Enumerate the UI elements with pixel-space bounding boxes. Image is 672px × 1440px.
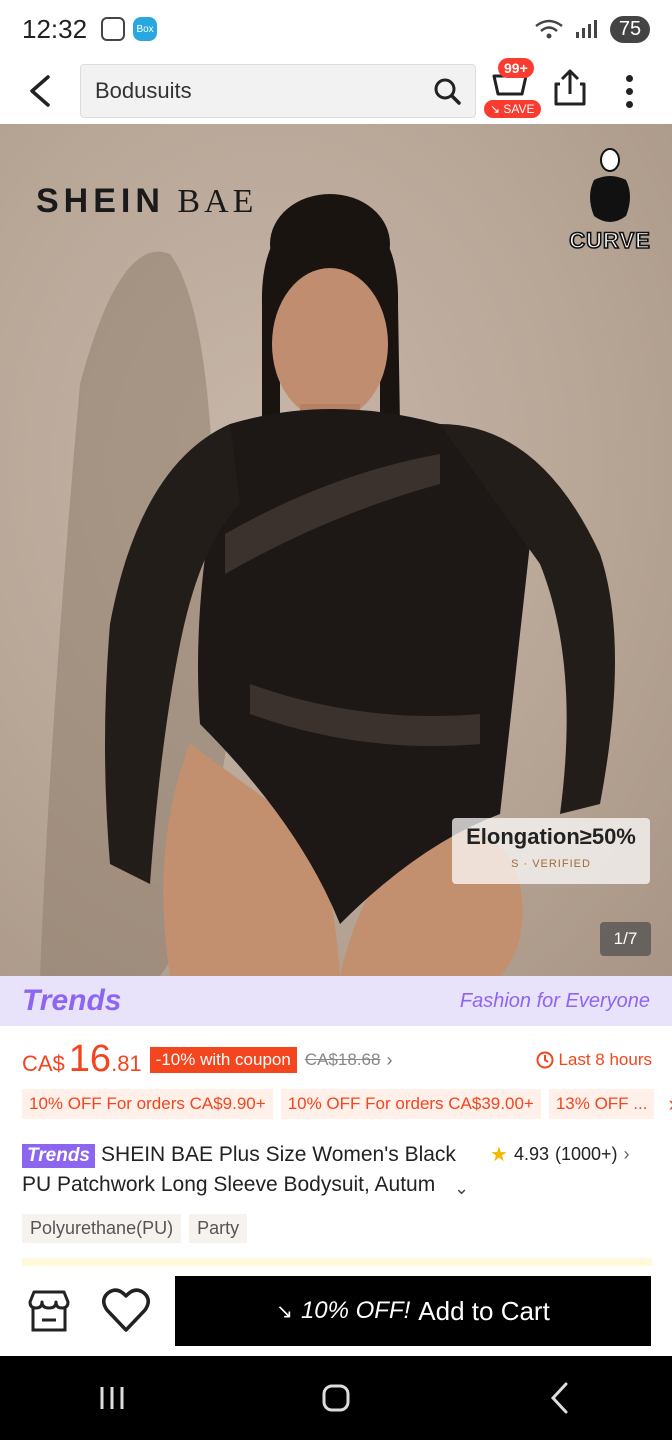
- chevron-right-icon[interactable]: ›: [668, 1091, 672, 1117]
- system-back-button[interactable]: [520, 1368, 600, 1428]
- chevron-right-icon[interactable]: ›: [386, 1050, 392, 1071]
- store-icon: [28, 1290, 70, 1332]
- price-cents: .81: [111, 1051, 142, 1076]
- back-arrow-icon: [30, 75, 50, 107]
- discount-arrow-icon: ↘: [276, 1300, 293, 1323]
- offer-chip[interactable]: 10% OFF For orders CA$9.90+: [22, 1089, 273, 1119]
- signal-icon: [576, 20, 597, 38]
- search-icon[interactable]: [433, 77, 461, 105]
- back-button[interactable]: [0, 58, 80, 124]
- dot-icon: [625, 87, 633, 95]
- image-counter: 1/7: [600, 922, 651, 956]
- heart-icon: [102, 1288, 150, 1332]
- share-button[interactable]: [548, 66, 592, 110]
- home-button[interactable]: [296, 1368, 376, 1428]
- expand-title-chevron-icon[interactable]: ⌄: [454, 1178, 469, 1199]
- price-row: CA$ 16 .81 -10% with coupon CA$18.68 › L…: [22, 1038, 652, 1082]
- save-badge: ↘ SAVE: [484, 100, 541, 118]
- tag-chip: Polyurethane(PU): [22, 1214, 182, 1243]
- price-currency: CA$: [22, 1051, 65, 1076]
- product-image[interactable]: SHEIN BAE CURVE Elongation≥50% S · VERIF…: [0, 124, 672, 976]
- timer-label: Last 8 hours: [558, 1050, 652, 1069]
- system-nav-bar: [0, 1356, 672, 1440]
- search-bar[interactable]: Bodusuits: [80, 64, 476, 118]
- dot-icon: [625, 100, 633, 108]
- bottom-action-bar: ↘ 10% OFF! Add to Cart: [0, 1266, 672, 1356]
- recents-icon: [100, 1387, 124, 1409]
- tag-chip: Party: [189, 1214, 248, 1243]
- save-label: SAVE: [503, 102, 535, 116]
- review-count: (1000+): [554, 1144, 618, 1164]
- elongation-value: Elongation≥50%: [466, 824, 636, 849]
- brand-logo: SHEIN BAE: [36, 182, 257, 221]
- home-icon: [322, 1384, 350, 1412]
- chevron-right-icon: ›: [623, 1144, 630, 1164]
- star-icon: ★: [490, 1144, 508, 1166]
- curve-badge: CURVE: [564, 146, 656, 254]
- offer-chips: 10% OFF For orders CA$9.90+ 10% OFF For …: [22, 1088, 672, 1120]
- offer-chip[interactable]: 10% OFF For orders CA$39.00+: [280, 1089, 541, 1119]
- search-input[interactable]: Bodusuits: [95, 78, 433, 104]
- wifi-icon: [535, 19, 563, 39]
- trends-tagline: Fashion for Everyone: [459, 989, 650, 1012]
- battery-indicator: 75: [610, 15, 650, 43]
- trends-banner[interactable]: Trends Fashion for Everyone: [0, 976, 672, 1026]
- box-app-icon: Box: [133, 17, 158, 41]
- wishlist-button[interactable]: [100, 1286, 152, 1336]
- more-options-button[interactable]: [604, 66, 654, 116]
- trends-badge: Trends: [22, 1144, 96, 1168]
- next-section-peek: [22, 1258, 652, 1266]
- store-button[interactable]: [24, 1286, 74, 1336]
- elongation-badge: Elongation≥50% S · VERIFIED: [452, 818, 650, 884]
- rating-value: 4.93: [513, 1144, 549, 1164]
- rating[interactable]: ★ 4.93 (1000+) ›: [490, 1142, 630, 1167]
- status-bar: 12:32 Box 75: [0, 0, 672, 58]
- original-price[interactable]: CA$18.68: [305, 1050, 381, 1070]
- coupon-badge[interactable]: -10% with coupon: [149, 1047, 297, 1073]
- brand-bold: SHEIN: [36, 182, 165, 220]
- add-to-cart-button[interactable]: ↘ 10% OFF! Add to Cart: [175, 1276, 651, 1346]
- curve-label: CURVE: [568, 227, 651, 254]
- offer-chip[interactable]: 13% OFF ...: [548, 1089, 655, 1119]
- brand-light: BAE: [177, 183, 258, 220]
- verified-label: S · VERIFIED: [511, 858, 591, 870]
- back-chevron-icon: [550, 1382, 568, 1414]
- recents-button[interactable]: [72, 1368, 152, 1428]
- price-whole: 16: [68, 1038, 112, 1080]
- promo-timer: Last 8 hours: [536, 1050, 652, 1070]
- dot-icon: [625, 74, 633, 82]
- attribute-tags: Polyurethane(PU) Party: [22, 1214, 248, 1243]
- add-to-cart-discount: 10% OFF!: [300, 1297, 411, 1324]
- cart-button[interactable]: 99+ ↘ SAVE: [484, 58, 544, 124]
- clock-icon: [536, 1051, 554, 1069]
- cart-badge: 99+: [498, 58, 534, 78]
- share-icon: [554, 69, 586, 106]
- top-bar: Bodusuits 99+ ↘ SAVE: [0, 58, 672, 124]
- clock: 12:32: [22, 13, 88, 44]
- curve-silhouette-icon: [590, 148, 630, 222]
- trends-logo: Trends: [22, 984, 122, 1017]
- product-title[interactable]: Trends SHEIN BAE Plus Size Women's Black …: [22, 1140, 482, 1200]
- add-to-cart-label: Add to Cart: [418, 1295, 550, 1326]
- screenshot-icon: [101, 17, 126, 41]
